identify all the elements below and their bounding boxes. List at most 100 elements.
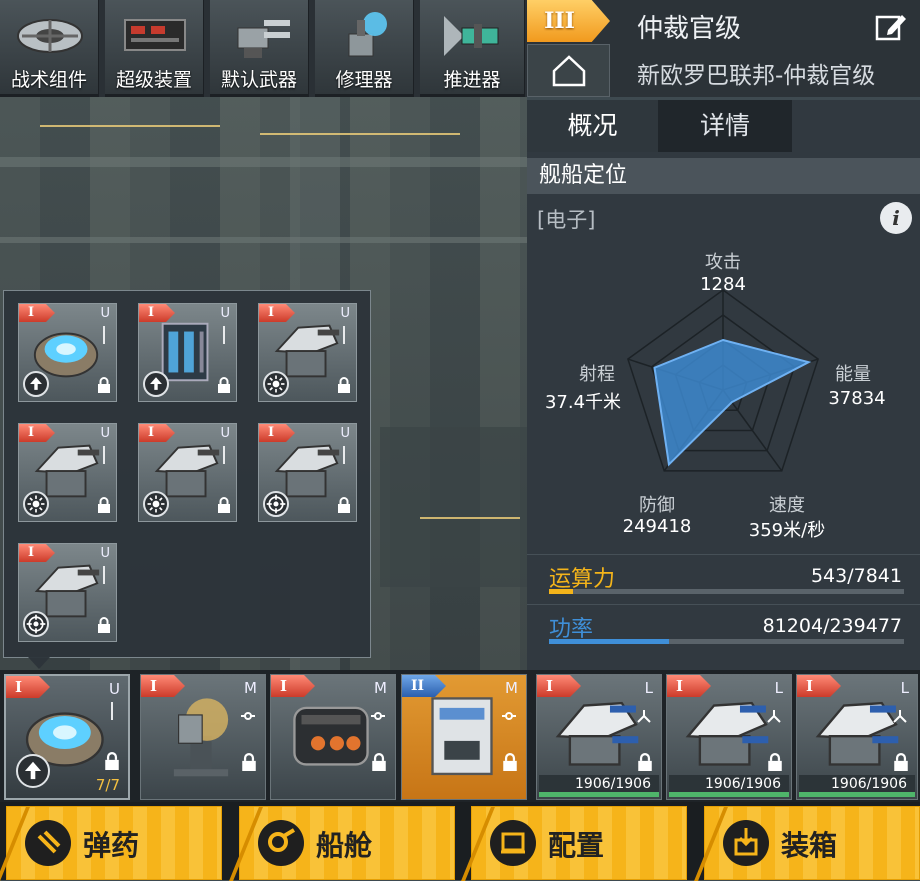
popup-module-card[interactable]: IU <box>258 303 357 402</box>
slot-connector-icon <box>371 712 385 720</box>
crate-button[interactable]: 装箱 <box>694 806 920 881</box>
slot-divider <box>111 702 113 720</box>
slot-type-label: U <box>100 306 110 321</box>
tab-super-device[interactable]: 超级装置 <box>105 0 204 97</box>
lock-icon <box>97 497 111 513</box>
lock-icon <box>217 497 231 513</box>
module-crate-icon <box>416 689 508 781</box>
lock-icon <box>104 752 120 770</box>
equipped-slot-3[interactable]: IM <box>270 674 396 800</box>
lock-icon <box>97 617 111 633</box>
ship-subtitle: 新欧罗巴联邦-仲裁官级 <box>637 63 876 89</box>
module-engine-icon <box>285 689 377 781</box>
tab-label: 默认武器 <box>220 69 297 91</box>
equipped-slot-1[interactable]: I U 7/7 <box>4 674 130 800</box>
lock-icon <box>337 497 351 513</box>
lock-icon <box>337 377 351 393</box>
tab-details[interactable]: 详情 <box>658 100 792 152</box>
popup-module-card[interactable]: IU <box>258 423 357 522</box>
ship-header: III 仲裁官级 新欧罗巴联邦-仲裁官级 <box>527 0 920 97</box>
lock-icon <box>767 753 783 771</box>
home-button[interactable] <box>527 44 610 97</box>
ammo-button[interactable]: 弹药 <box>0 806 222 881</box>
slot-type-label: U <box>340 306 350 321</box>
tab-label: 战术组件 <box>10 69 87 91</box>
tab-thruster[interactable]: 推进器 <box>420 0 525 97</box>
info-icon[interactable]: i <box>880 202 912 234</box>
tab-repairer[interactable]: 修理器 <box>315 0 414 97</box>
repairer-icon <box>348 12 387 57</box>
durability-value: 1906/1906 <box>705 776 781 792</box>
stat-attack-value: 1284 <box>700 274 746 295</box>
power-bar <box>549 639 904 644</box>
ship-type: [电子] <box>537 208 596 232</box>
equipped-slot-2[interactable]: IM <box>140 674 266 800</box>
action-bar: 弹药 船舱 配置 装箱 <box>0 802 920 881</box>
ship-title: 仲裁官级 <box>637 14 742 44</box>
durability-bar: 1906/1906 <box>799 775 915 797</box>
cabin-label: 船舱 <box>316 829 373 862</box>
slot-divider <box>223 446 225 464</box>
popup-module-card[interactable]: IU <box>18 423 117 522</box>
equipped-slot-4[interactable]: II M <box>401 674 527 800</box>
lock-icon <box>893 753 909 771</box>
equipped-slot-7[interactable]: I L 1906/1906 <box>796 674 918 800</box>
slot-type-label: M <box>505 679 518 697</box>
popup-module-card[interactable]: IU <box>138 303 237 402</box>
module-count: 7/7 <box>95 776 120 794</box>
tactical-component-icon <box>17 19 83 53</box>
slot-type-label: L <box>644 679 653 697</box>
slot-connector-icon <box>241 712 255 720</box>
lock-icon <box>241 753 257 771</box>
tab-label: 推进器 <box>443 69 501 91</box>
crate-label: 装箱 <box>781 829 838 862</box>
edit-icon[interactable] <box>874 10 908 44</box>
durability-bar: 1906/1906 <box>669 775 789 797</box>
slot-type-label: U <box>109 680 120 698</box>
slot-divider <box>103 566 105 584</box>
default-weapon-icon <box>237 20 290 58</box>
lock-icon <box>371 753 387 771</box>
tab-overview[interactable]: 概况 <box>527 100 658 152</box>
crate-icon <box>723 820 769 866</box>
cabin-button[interactable]: 船舱 <box>229 806 455 881</box>
slot-type-label: U <box>340 426 350 441</box>
lock-icon <box>217 377 231 393</box>
slot-divider <box>103 446 105 464</box>
stat-speed-label: 速度 <box>769 495 805 516</box>
module-cannon-icon <box>811 689 903 781</box>
burst-weapon-icon <box>263 371 289 397</box>
tab-default-weapon[interactable]: 默认武器 <box>210 0 309 97</box>
durability-value: 1906/1906 <box>831 776 907 792</box>
tab-label: 超级装置 <box>115 69 192 91</box>
ammo-label: 弹药 <box>83 829 140 862</box>
radar-stat-shape <box>653 338 812 467</box>
slot-fork-icon <box>637 710 651 723</box>
power-row: 功率 81204/239477 <box>527 604 920 648</box>
upgrade-icon <box>23 371 49 397</box>
equipped-slot-5[interactable]: I L 1906/1906 <box>536 674 662 800</box>
slot-divider <box>223 326 225 344</box>
upgrade-icon <box>16 754 50 788</box>
compute-bar <box>549 589 904 594</box>
config-button[interactable]: 配置 <box>461 806 687 881</box>
module-category-tabs: 战术组件 超级装置 默认武器 修理器 推进器 <box>0 0 527 97</box>
popup-module-card[interactable]: IU <box>138 423 237 522</box>
lock-icon <box>97 377 111 393</box>
slot-type-label: L <box>900 679 909 697</box>
stat-defense-label: 防御 <box>639 495 675 516</box>
tab-tactical-component[interactable]: 战术组件 <box>0 0 99 97</box>
slot-fork-icon <box>893 710 907 723</box>
slot-connector-icon <box>502 712 516 720</box>
popup-module-card[interactable]: IU <box>18 543 117 642</box>
targeting-icon <box>23 611 49 637</box>
equipped-slot-6[interactable]: I L 1906/1906 <box>666 674 792 800</box>
slot-type-label: M <box>244 679 257 697</box>
ship-tier-badge: III <box>527 0 610 42</box>
burst-weapon-icon <box>143 491 169 517</box>
cabin-icon <box>258 820 304 866</box>
slot-type-label: U <box>220 306 230 321</box>
popup-module-card[interactable]: IU <box>18 303 117 402</box>
durability-fill <box>669 792 789 797</box>
targeting-icon <box>263 491 289 517</box>
